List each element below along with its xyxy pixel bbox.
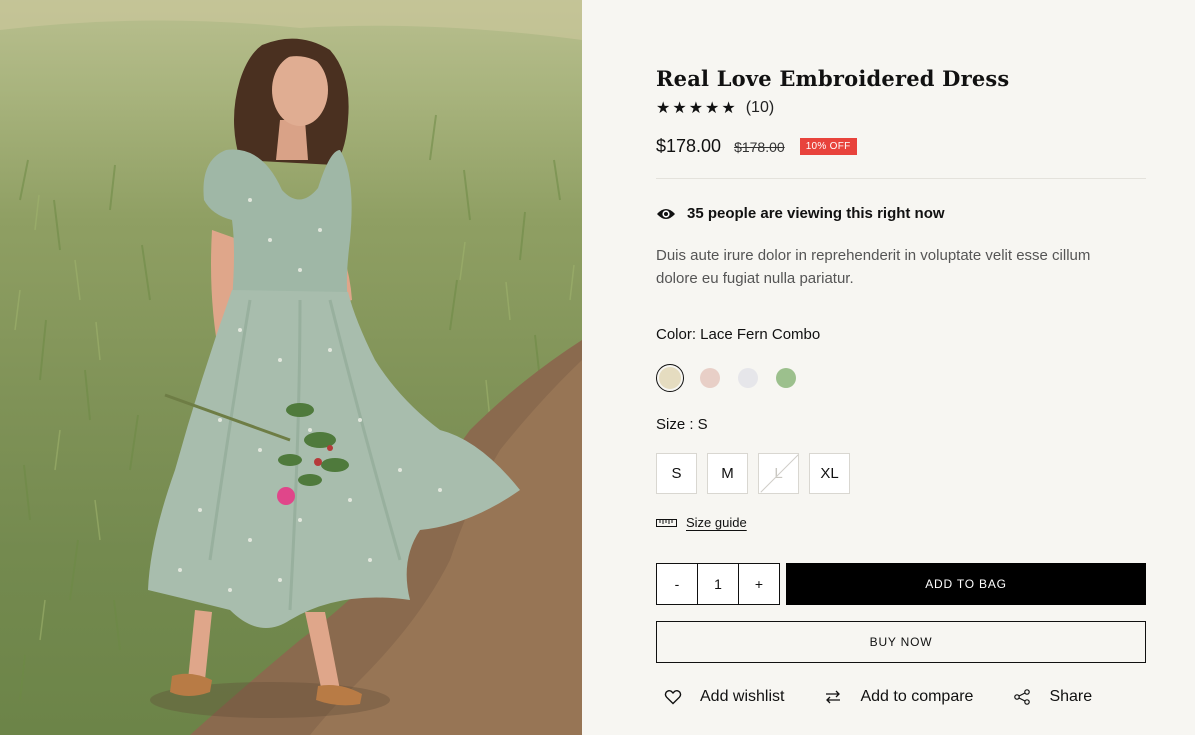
viewers-notice: 35 people are viewing this right now: [656, 205, 945, 222]
current-price: $178.00: [656, 136, 722, 156]
review-count[interactable]: (10): [746, 99, 774, 117]
rating[interactable]: ★★★★★ (10): [656, 98, 774, 118]
size-option-s[interactable]: S: [656, 453, 697, 494]
size-option-xl[interactable]: XL: [809, 453, 850, 494]
share-icon: [1014, 689, 1031, 705]
size-guide[interactable]: Size guide: [656, 515, 747, 530]
heart-icon: [664, 689, 682, 705]
swatch-lace-fern-combo[interactable]: [656, 364, 684, 392]
product-image: [0, 0, 582, 735]
size-label: Size : S: [656, 416, 708, 433]
ruler-icon: [656, 518, 677, 527]
share-label: Share: [1049, 688, 1093, 705]
swatch-sage-green[interactable]: [776, 368, 796, 388]
share-button[interactable]: Share: [1013, 688, 1092, 706]
quantity-decrease-button[interactable]: -: [657, 564, 697, 604]
add-to-compare-button[interactable]: Add to compare: [824, 688, 973, 706]
size-option-m[interactable]: M: [707, 453, 748, 494]
compare-label: Add to compare: [860, 688, 974, 705]
wishlist-label: Add wishlist: [700, 688, 785, 705]
quantity-increase-button[interactable]: +: [739, 564, 779, 604]
size-guide-link[interactable]: Size guide: [686, 515, 747, 530]
eye-icon: [657, 208, 675, 219]
star-rating-icon: ★★★★★: [656, 100, 738, 117]
original-price: $178.00: [734, 138, 785, 155]
quantity-input[interactable]: 1: [697, 564, 739, 604]
color-label: Color: Lace Fern Combo: [656, 326, 821, 343]
quantity-stepper: - 1 +: [656, 563, 780, 605]
buy-now-button[interactable]: BUY NOW: [656, 621, 1146, 663]
size-option-l[interactable]: L: [758, 453, 799, 494]
product-description: Duis aute irure dolor in reprehenderit i…: [656, 247, 1091, 287]
size-options: S M L XL: [656, 453, 860, 494]
discount-badge: 10% OFF: [799, 138, 857, 155]
product-photo-illustration: [0, 0, 582, 735]
product-title: Real Love Embroidered Dress: [656, 66, 1010, 91]
product-details-panel: Real Love Embroidered Dress ★★★★★ (10) $…: [582, 0, 1195, 735]
divider: [656, 178, 1146, 179]
compare-arrows-icon: [826, 690, 841, 704]
price-row: $178.00 $178.00 10% OFF: [656, 136, 857, 157]
product-actions: Add wishlist Add to compare Share: [664, 688, 1132, 706]
color-swatches: [656, 364, 814, 392]
add-wishlist-button[interactable]: Add wishlist: [664, 688, 784, 706]
viewers-text: 35 people are viewing this right now: [687, 205, 945, 222]
swatch-light-grey[interactable]: [738, 368, 758, 388]
add-to-bag-button[interactable]: ADD TO BAG: [786, 563, 1146, 605]
swatch-blush[interactable]: [700, 368, 720, 388]
